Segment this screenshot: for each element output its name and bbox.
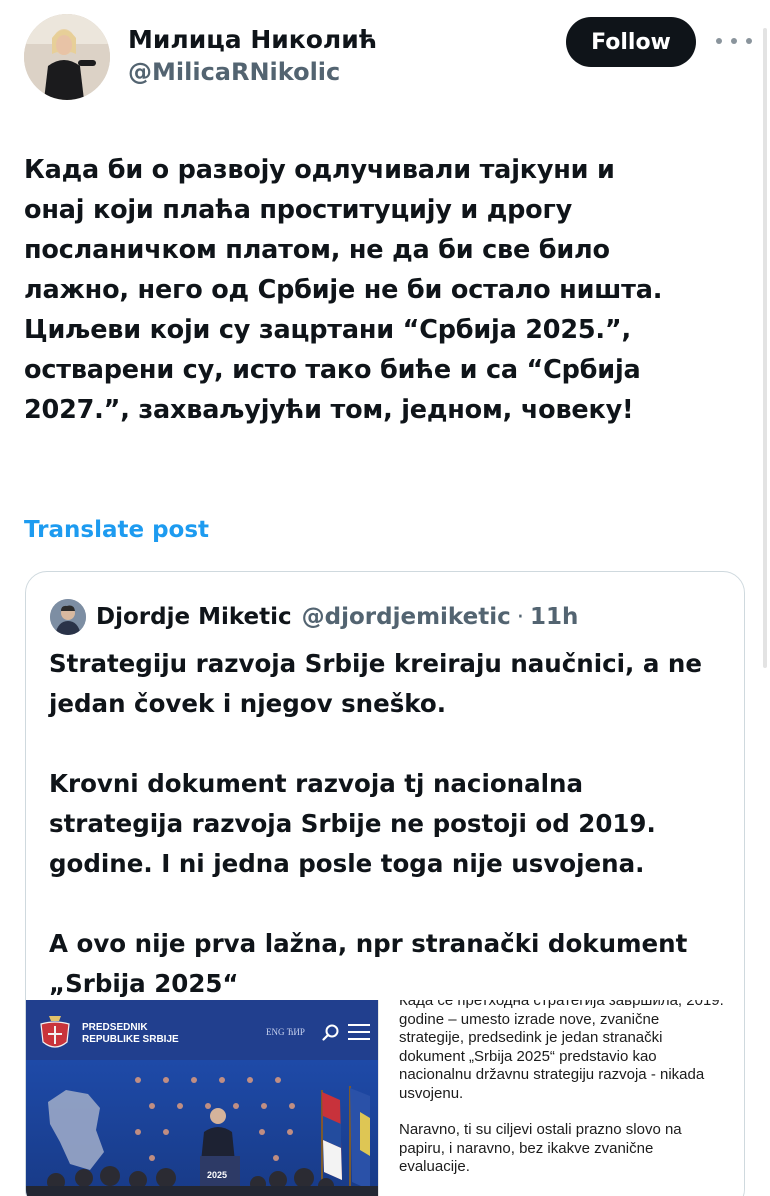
post-text-line: Када би о развоју одлучивали тајкуни и [24,155,615,185]
excerpt-line: nacionalnu državnu strategiju razvoja - … [399,1066,705,1083]
post-text-line: остварени су, исто тако биће и са “Србиј… [24,355,641,385]
post-text-line: онај који плаћа проституцију и дрогу [24,195,573,225]
separator-dot: · [516,604,525,630]
scrollbar[interactable] [763,28,767,668]
author-avatar[interactable] [24,14,110,100]
follow-button[interactable]: Follow [566,17,696,67]
quoted-text-line: Krovni dokument razvoja tj nacionalna [49,769,584,798]
excerpt-line: Naravno, ti su ciljevi ostali prazno slo… [399,1121,682,1138]
press-conference-photo: 2025 [26,1060,378,1196]
quoted-post-text: Strategiju razvoja Srbije kreiraju naučn… [49,644,739,1004]
quoted-media-text-excerpt[interactable]: Када се претходна стратегија завршила, 2… [378,1000,744,1196]
person-avatar-icon [50,599,86,635]
quoted-author-avatar[interactable] [50,599,86,635]
quoted-text-line: godine. I ni jedna posle toga nije usvoj… [49,849,645,878]
more-horizontal-icon[interactable] [716,29,752,53]
presidency-site-header: PREDSEDNIK REPUBLIKE SRBIJE ENG ЋИР [26,1000,378,1060]
menu-icon [348,1024,370,1040]
quoted-post[interactable]: Djordje Miketic @djordjemiketic · 11h St… [25,571,745,1196]
translate-post-link[interactable]: Translate post [24,517,209,543]
author-handle[interactable]: @MilicaRNikolic [128,56,377,88]
quoted-text-line: Strategiju razvoja Srbije kreiraju naučn… [49,649,702,678]
quoted-text-line: jedan čovek i njegov sneško. [49,689,447,718]
post-text-line: 2027.”, захваљујући том, једном, човеку! [24,395,634,425]
excerpt-line: strategije, predsedink je jedan stranačk… [399,1029,663,1046]
post-text-line: Циљеви који су зацртани “Србија 2025.”, [24,315,631,345]
search-icon [322,1024,339,1041]
author-display-name[interactable]: Милица Николић [128,24,377,56]
quoted-author-handle[interactable]: @djordjemiketic [302,604,511,630]
excerpt-line: papiru, i naravno, bez ikakve zvanične [399,1139,654,1157]
podium-label: 2025 [207,1170,227,1180]
excerpt-line: usvojenu. [399,1084,464,1102]
excerpt-line: evaluacije. [399,1158,470,1175]
quoted-author-name[interactable]: Djordje Miketic [96,604,292,630]
quoted-text-line: A ovo nije prva lažna, npr stranački dok… [49,929,688,958]
quoted-media-screenshot[interactable]: PREDSEDNIK REPUBLIKE SRBIJE ENG ЋИР 2025 [26,1000,378,1196]
coat-of-arms-icon [40,1016,70,1048]
post-text-line: посланичком платом, не да би све било [24,235,610,265]
quoted-post-header: Djordje Miketic @djordjemiketic · 11h [50,599,578,635]
post-text: Када би о развоју одлучивали тајкуни и о… [24,150,754,430]
excerpt-line: godine – umesto izrade nove, zvanične [399,1010,660,1028]
quoted-text-line: strategija razvoja Srbije ne postoji od … [49,809,656,838]
quoted-timestamp[interactable]: 11h [530,604,578,630]
person-avatar-icon [24,14,110,100]
quoted-text-line: „Srbija 2025“ [49,969,239,998]
excerpt-line: Када се претходна стратегија завршила, 2… [399,1000,724,1009]
post-text-line: лажно, него од Србије не би остало ништа… [24,275,663,305]
presidency-site-title: PREDSEDNIK REPUBLIKE SRBIJE [82,1022,179,1045]
language-links: ENG ЋИР [266,1027,305,1037]
excerpt-line: dokument „Srbija 2025“ predstavio kao [399,1047,657,1065]
excerpt-text: Када се претходна стратегија завршила, 2… [399,1000,739,1177]
post-header: Милица Николић @MilicaRNikolic Follow [24,14,752,104]
